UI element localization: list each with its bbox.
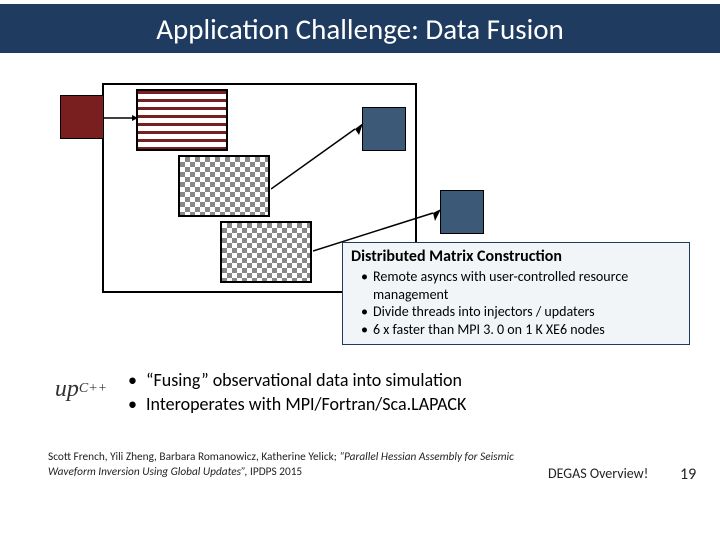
title-bar: Application Challenge: Data Fusion xyxy=(0,4,720,53)
checker-block-2 xyxy=(220,221,312,283)
body-bullet: Interoperates with MPI/Fortran/Sca.LAPAC… xyxy=(128,392,688,416)
arrow-checker1-to-blue1 xyxy=(271,123,363,195)
callout-item: Divide threads into injectors / updaters xyxy=(361,303,681,321)
source-square-red xyxy=(60,95,104,139)
logo-superscript: C++ xyxy=(79,381,107,397)
checker-block-1 xyxy=(178,155,270,217)
target-square-blue-1 xyxy=(362,107,406,151)
body-bullets: “Fusing” observational data into simulat… xyxy=(128,368,688,417)
target-square-blue-2 xyxy=(440,190,484,234)
arrow-red-to-stripe xyxy=(104,115,138,121)
citation-venue: IPDPS 2015 xyxy=(250,465,302,479)
callout-item: 6 x faster than MPI 3. 0 on 1 K XE6 node… xyxy=(361,321,681,339)
callout-item: Remote asyncs with user-controlled resou… xyxy=(361,268,681,303)
callout-title: Distributed Matrix Construction xyxy=(351,247,681,266)
slide-title: Application Challenge: Data Fusion xyxy=(156,11,564,47)
citation: Scott French, Yili Zheng, Barbara Romano… xyxy=(48,450,548,481)
citation-authors: Scott French, Yili Zheng, Barbara Romano… xyxy=(48,450,339,464)
callout-list: Remote asyncs with user-controlled resou… xyxy=(351,268,681,338)
page-number: 19 xyxy=(680,465,696,484)
upc-logo: upC++ xyxy=(50,370,112,408)
striped-block xyxy=(136,89,228,151)
footer-label: DEGAS Overview! xyxy=(548,465,648,482)
body-bullet: “Fusing” observational data into simulat… xyxy=(128,368,688,392)
callout-box: Distributed Matrix Construction Remote a… xyxy=(342,242,690,345)
logo-base: up xyxy=(55,376,79,403)
